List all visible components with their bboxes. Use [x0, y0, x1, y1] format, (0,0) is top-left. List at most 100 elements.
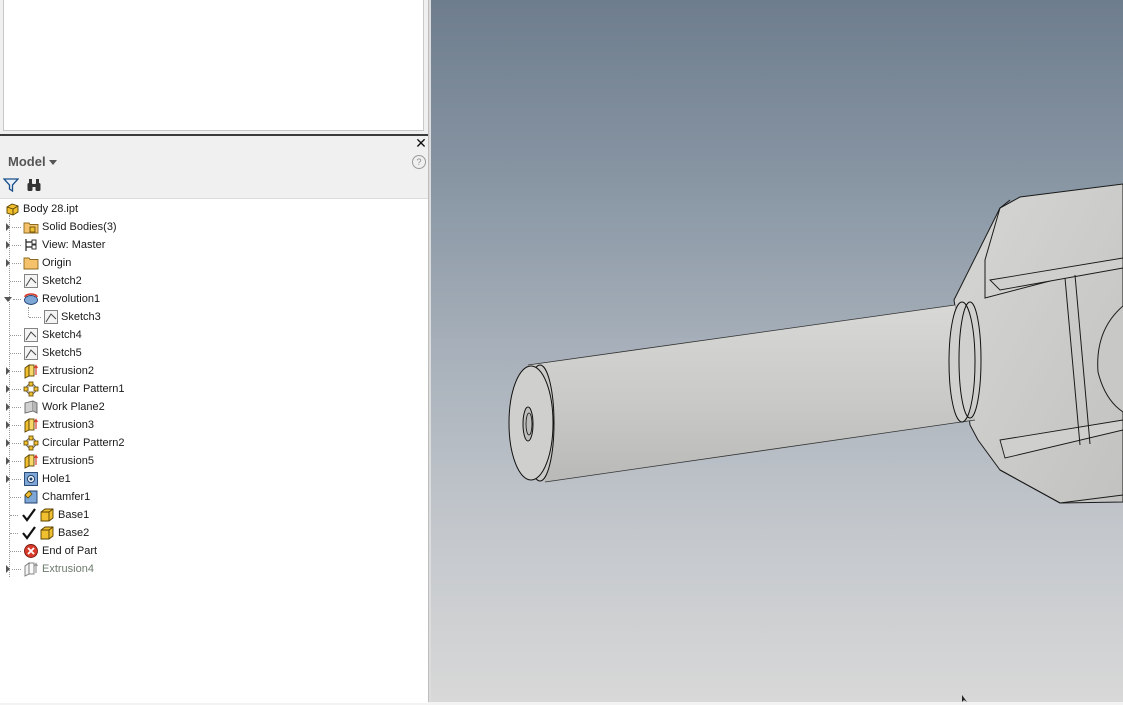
tree-item-revolution1[interactable]: Revolution1: [0, 290, 220, 308]
tree-item-extrusion4[interactable]: Extrusion4: [0, 560, 220, 578]
tree-item-label: Work Plane2: [42, 401, 105, 413]
tree-connector: [12, 227, 21, 228]
tree-item-label: Extrusion2: [42, 365, 94, 377]
chevron-right-icon[interactable]: [6, 385, 10, 393]
tree-item-label: Base2: [58, 527, 90, 539]
browser-title-label: Model: [8, 154, 46, 169]
tree-connector: [12, 479, 21, 480]
tree-item-label: Chamfer1: [42, 491, 91, 503]
tree-root-item[interactable]: Body 28.ipt: [0, 200, 200, 218]
solid-bodies-folder-icon: [23, 222, 39, 234]
panel-divider[interactable]: [0, 134, 428, 136]
tree-connector: [12, 245, 21, 246]
tree-item-label: Circular Pattern1: [42, 383, 125, 395]
tree-item-label: End of Part: [42, 545, 98, 557]
tree-connector: [12, 389, 21, 390]
shaft: [528, 305, 975, 482]
tree-connector: [10, 335, 21, 336]
tree-item-work-plane2[interactable]: Work Plane2: [0, 398, 220, 416]
tree-item-sketch5[interactable]: Sketch5: [0, 344, 220, 362]
circular-pattern-icon: [23, 381, 39, 397]
chevron-right-icon[interactable]: [6, 223, 10, 231]
tree-item-view-master[interactable]: View: Master: [0, 236, 220, 254]
tree-item-label: Sketch5: [42, 347, 82, 359]
chevron-right-icon[interactable]: [6, 259, 10, 267]
shaft-end-hole: [522, 406, 534, 442]
chevron-right-icon[interactable]: [6, 241, 10, 249]
tree-item-label: View: Master: [42, 239, 106, 251]
chevron-right-icon[interactable]: [6, 565, 10, 573]
tree-item-label: Solid Bodies(3): [42, 221, 117, 233]
tree-connector: [12, 407, 21, 408]
sketch-icon: [44, 310, 58, 324]
tree-item-label: Base1: [58, 509, 90, 521]
tree-item-extrusion5[interactable]: Extrusion5: [0, 452, 220, 470]
tree-item-hole1[interactable]: Hole1: [0, 470, 220, 488]
tree-item-sketch3[interactable]: Sketch3: [0, 308, 220, 326]
end-of-part-icon: [24, 544, 38, 558]
work-plane-icon: [24, 400, 38, 414]
model-browser-panel: ✕ Model ? Body 28.ipt Solid Bodies(3) Vi…: [0, 0, 428, 703]
tree-item-base1[interactable]: Base1: [0, 506, 220, 524]
tree-item-label: Circular Pattern2: [42, 437, 125, 449]
tree-connector: [10, 497, 21, 498]
tree-item-origin[interactable]: Origin: [0, 254, 220, 272]
tree-item-label: Hole1: [42, 473, 71, 485]
sketch-icon: [24, 346, 38, 360]
chevron-right-icon[interactable]: [6, 439, 10, 447]
sketch-icon: [24, 274, 38, 288]
tree-item-extrusion3[interactable]: Extrusion3: [0, 416, 220, 434]
tree-connector: [12, 461, 21, 462]
close-browser-button[interactable]: ✕: [414, 136, 428, 150]
tree-connector: [12, 371, 21, 372]
chevron-down-icon[interactable]: [4, 297, 12, 302]
extrude-icon: [24, 418, 39, 433]
tree-item-extrusion2[interactable]: Extrusion2: [0, 362, 220, 380]
graphics-viewport[interactable]: [431, 0, 1123, 702]
model-tree: Body 28.ipt Solid Bodies(3) View: Master: [0, 198, 428, 703]
tree-item-label: Extrusion3: [42, 419, 94, 431]
part-3d-model: [431, 183, 1123, 504]
tree-item-circular-pattern1[interactable]: Circular Pattern1: [0, 380, 220, 398]
hole-icon: [24, 472, 38, 486]
chevron-right-icon[interactable]: [6, 457, 10, 465]
tree-connector: [12, 569, 21, 570]
sketch-icon: [24, 328, 38, 342]
tree-item-circular-pattern2[interactable]: Circular Pattern2: [0, 434, 220, 452]
binoculars-icon[interactable]: [26, 177, 42, 193]
tree-connector: [13, 299, 21, 300]
tree-item-solid-bodies[interactable]: Solid Bodies(3): [0, 218, 220, 236]
tree-item-sketch4[interactable]: Sketch4: [0, 326, 220, 344]
tree-item-label: Sketch2: [42, 275, 82, 287]
chevron-right-icon[interactable]: [6, 367, 10, 375]
tree-item-end-of-part[interactable]: End of Part: [0, 542, 220, 560]
base-body-icon: [40, 526, 54, 540]
mouse-cursor-icon: [962, 695, 967, 702]
chevron-right-icon[interactable]: [6, 421, 10, 429]
chevron-right-icon[interactable]: [6, 403, 10, 411]
tree-connector: [29, 317, 41, 318]
revolve-icon: [24, 293, 38, 305]
tree-item-sketch2[interactable]: Sketch2: [0, 272, 220, 290]
chevron-down-icon: [48, 160, 57, 166]
tree-item-label: Origin: [42, 257, 72, 269]
tree-item-base2[interactable]: Base2: [0, 524, 220, 542]
top-panel-empty: [3, 0, 424, 131]
tree-item-chamfer1[interactable]: Chamfer1: [0, 488, 220, 506]
browser-toolbar: [0, 174, 428, 198]
checkmark-icon: [22, 526, 36, 540]
chamfer-icon: [24, 490, 38, 504]
tree-connector: [12, 263, 21, 264]
tree-item-label: Extrusion5: [42, 455, 94, 467]
tree-connector: [10, 551, 21, 552]
extrude-icon: [24, 364, 39, 379]
help-icon[interactable]: ?: [412, 155, 426, 169]
filter-icon[interactable]: [3, 177, 19, 193]
tree-connector: [12, 443, 21, 444]
tree-item-label: Extrusion4: [42, 563, 94, 575]
chevron-right-icon[interactable]: [6, 475, 10, 483]
tree-item-label: Sketch4: [42, 329, 82, 341]
model-browser-title-dropdown[interactable]: Model: [8, 154, 57, 169]
base-body-icon: [40, 508, 54, 522]
extrude-icon: [24, 454, 39, 469]
